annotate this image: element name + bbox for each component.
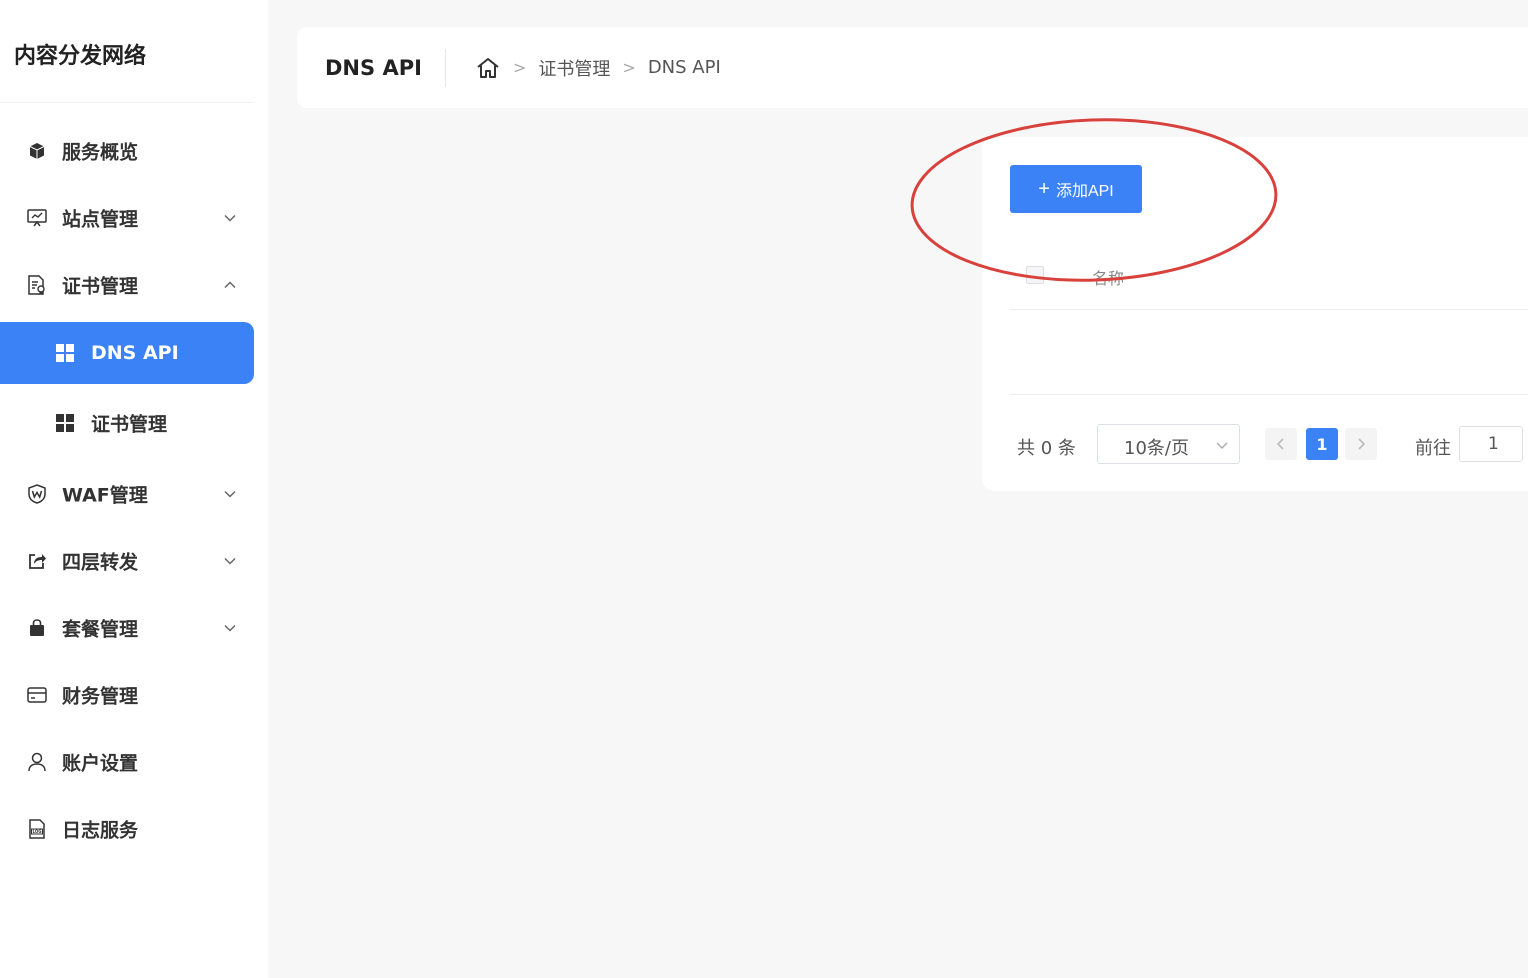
select-all-checkbox[interactable] bbox=[1026, 266, 1044, 284]
brand-divider bbox=[0, 102, 254, 103]
chevron-down-icon bbox=[222, 553, 238, 569]
sidebar-item-label: 服务概览 bbox=[62, 141, 139, 164]
pagination: 共 0 条 10条/页 1 前往 bbox=[982, 424, 1528, 464]
grid-icon bbox=[56, 414, 74, 432]
chevron-down-icon bbox=[1215, 437, 1229, 451]
sidebar-item-logs[interactable]: LOG 日志服务 bbox=[0, 805, 254, 853]
chevron-down-icon bbox=[222, 210, 238, 226]
sidebar-item-packages[interactable]: 套餐管理 bbox=[0, 604, 254, 652]
sidebar-subitem-dns-api[interactable]: DNS API bbox=[0, 322, 254, 384]
page-number-current[interactable]: 1 bbox=[1306, 428, 1338, 460]
sidebar-item-sites[interactable]: 站点管理 bbox=[0, 194, 254, 242]
header-divider bbox=[445, 49, 446, 87]
sidebar-item-account[interactable]: 账户设置 bbox=[0, 738, 254, 786]
content-card: + 添加API 名称 共 0 条 10条/页 1 前往 bbox=[982, 137, 1528, 491]
add-api-button[interactable]: + 添加API bbox=[1010, 165, 1142, 213]
sidebar-item-label: 站点管理 bbox=[62, 208, 139, 231]
table-header-divider bbox=[1010, 309, 1528, 310]
brand-title: 内容分发网络 bbox=[14, 44, 147, 69]
waf-shield-icon bbox=[26, 483, 48, 505]
chevron-down-icon bbox=[222, 486, 238, 502]
breadcrumb-item-current: DNS API bbox=[647, 57, 721, 78]
chevron-up-icon bbox=[222, 277, 238, 293]
sidebar-item-label: 证书管理 bbox=[62, 275, 139, 298]
share-icon bbox=[26, 550, 48, 572]
breadcrumb-separator: > bbox=[622, 58, 636, 77]
add-api-label: 添加API bbox=[1055, 183, 1114, 200]
breadcrumb-separator: > bbox=[513, 58, 527, 77]
next-page-button[interactable] bbox=[1345, 428, 1377, 460]
chevron-down-icon bbox=[222, 620, 238, 636]
sidebar-item-label: 日志服务 bbox=[62, 819, 139, 842]
card-icon bbox=[26, 684, 48, 706]
page-size-value: 10条/页 bbox=[1124, 438, 1189, 459]
page-size-select[interactable]: 10条/页 bbox=[1097, 424, 1240, 464]
column-header-name[interactable]: 名称 bbox=[1092, 265, 1124, 289]
sidebar-item-label: 账户设置 bbox=[62, 752, 139, 775]
chevron-left-icon bbox=[1276, 438, 1284, 450]
sidebar-item-overview[interactable]: 服务概览 bbox=[0, 127, 254, 175]
breadcrumb-item-certificates[interactable]: 证书管理 bbox=[538, 55, 610, 81]
monitor-icon bbox=[26, 207, 48, 229]
page-title: DNS API bbox=[325, 55, 422, 80]
table-body-divider bbox=[1010, 394, 1528, 395]
goto-page-input[interactable] bbox=[1459, 426, 1523, 462]
log-icon: LOG bbox=[26, 818, 48, 840]
goto-label: 前往 bbox=[1415, 438, 1451, 459]
user-icon bbox=[26, 751, 48, 773]
bag-icon bbox=[26, 617, 48, 639]
sidebar-item-label: WAF管理 bbox=[62, 484, 148, 507]
page-header: DNS API > 证书管理 > DNS API bbox=[297, 27, 1528, 108]
plus-icon: + bbox=[1038, 178, 1050, 200]
sidebar-item-label: 套餐管理 bbox=[62, 618, 139, 641]
sidebar-item-certificates[interactable]: 证书管理 bbox=[0, 261, 254, 309]
sidebar-subitem-label: DNS API bbox=[91, 342, 179, 364]
chevron-right-icon bbox=[1358, 438, 1366, 450]
sidebar-item-label: 四层转发 bbox=[62, 551, 139, 574]
sidebar-item-waf[interactable]: WAF管理 bbox=[0, 470, 254, 518]
sidebar: 内容分发网络 服务概览 站点管理 证书管理 DNS API 证书管理 WAF管理… bbox=[0, 0, 268, 978]
grid-icon bbox=[56, 344, 74, 362]
sidebar-item-label: 财务管理 bbox=[62, 685, 139, 708]
breadcrumb: > 证书管理 > DNS API bbox=[475, 55, 721, 81]
sidebar-subitem-certificates[interactable]: 证书管理 bbox=[0, 392, 254, 454]
svg-text:LOG: LOG bbox=[32, 829, 41, 834]
cube-icon bbox=[26, 140, 48, 162]
sidebar-subitem-label: 证书管理 bbox=[91, 413, 168, 436]
sidebar-item-finance[interactable]: 财务管理 bbox=[0, 671, 254, 719]
prev-page-button[interactable] bbox=[1265, 428, 1297, 460]
total-count: 共 0 条 bbox=[1017, 438, 1076, 459]
certificate-icon bbox=[26, 274, 48, 296]
sidebar-item-l4-forward[interactable]: 四层转发 bbox=[0, 537, 254, 585]
home-icon[interactable] bbox=[475, 56, 501, 80]
